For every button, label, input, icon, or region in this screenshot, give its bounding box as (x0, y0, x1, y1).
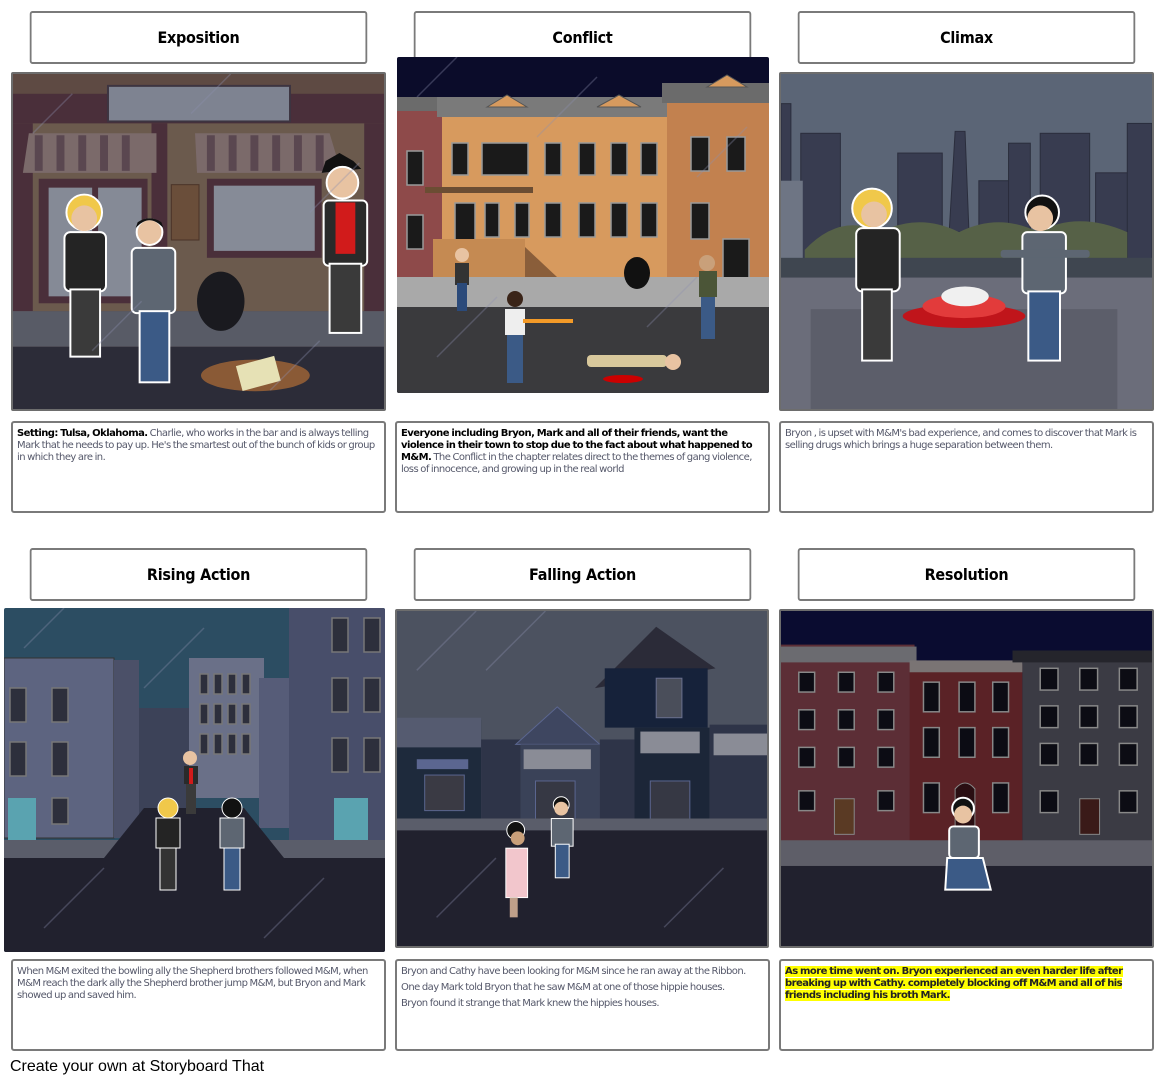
scene-image-rooftop[interactable] (779, 72, 1154, 411)
description-body: The Conflict in the chapter relates dire… (401, 452, 752, 475)
description-text: Setting: Tulsa, Oklahoma. Charlie, who w… (13, 423, 384, 464)
cell-description[interactable]: Everyone including Bryon, Mark and all o… (395, 421, 770, 513)
cell-title-text: Rising Action (146, 565, 251, 584)
description-text: Bryon and Cathy have been looking for M&… (397, 961, 768, 1012)
row-houses-scene-illustration (397, 57, 769, 393)
description-body: Bryon , is upset with M&M's bad experien… (785, 428, 1137, 451)
dark-alley-scene-illustration (4, 608, 385, 952)
character-blonde (63, 193, 107, 358)
cell-title-text: Resolution (924, 565, 1009, 584)
cell-description[interactable]: Bryon and Cathy have been looking for M&… (395, 959, 770, 1051)
cell-title-text: Exposition (157, 28, 240, 47)
strip-mall-scene-illustration (397, 611, 767, 946)
character-running-dark (219, 797, 245, 891)
description-body: When M&M exited the bowling ally the She… (17, 966, 368, 1001)
rooftop-scene-illustration (781, 74, 1152, 409)
scene-image-strip-mall[interactable] (395, 609, 769, 948)
scene-image-dark-alley[interactable] (4, 608, 385, 952)
character-running-blonde (155, 797, 181, 891)
description-line: Bryon found it strange that Mark knew th… (401, 998, 660, 1009)
cell-title-text: Falling Action (529, 565, 636, 584)
scene-image-row-houses[interactable] (397, 57, 769, 393)
townhouses-scene-illustration (781, 611, 1152, 946)
cell-title[interactable]: Climax (797, 11, 1136, 64)
description-text: Everyone including Bryon, Mark and all o… (397, 423, 768, 476)
cell-title[interactable]: Falling Action (413, 548, 752, 601)
storefront-scene-illustration (13, 74, 384, 409)
description-text: When M&M exited the bowling ally the She… (13, 961, 384, 1002)
scene-image-townhouses[interactable] (779, 609, 1154, 948)
description-line: One day Mark told Bryon that he saw M&M … (401, 982, 725, 993)
cell-description[interactable]: When M&M exited the bowling ally the She… (11, 959, 386, 1051)
cell-description[interactable]: Setting: Tulsa, Oklahoma. Charlie, who w… (11, 421, 386, 513)
cell-title-text: Climax (940, 28, 993, 47)
cell-title-text: Conflict (552, 28, 613, 47)
description-text: As more time went on. Bryon experienced … (781, 961, 1152, 1002)
character-shooter-left (455, 248, 469, 311)
storyboard-that-footer-link[interactable]: Create your own at Storyboard That (10, 1058, 264, 1076)
description-highlighted: As more time went on. Bryon experienced … (785, 966, 1123, 1001)
description-bold: Setting: Tulsa, Oklahoma. (17, 428, 148, 439)
description-line: Bryon and Cathy have been looking for M&… (401, 966, 746, 977)
cell-title[interactable]: Rising Action (29, 548, 368, 601)
description-text: Bryon , is upset with M&M's bad experien… (781, 423, 1152, 452)
cell-title[interactable]: Exposition (29, 11, 368, 64)
scene-image-storefront[interactable] (11, 72, 386, 411)
cell-description[interactable]: As more time went on. Bryon experienced … (779, 959, 1154, 1051)
cell-title[interactable]: Resolution (797, 548, 1136, 601)
cell-description[interactable]: Bryon , is upset with M&M's bad experien… (779, 421, 1154, 513)
